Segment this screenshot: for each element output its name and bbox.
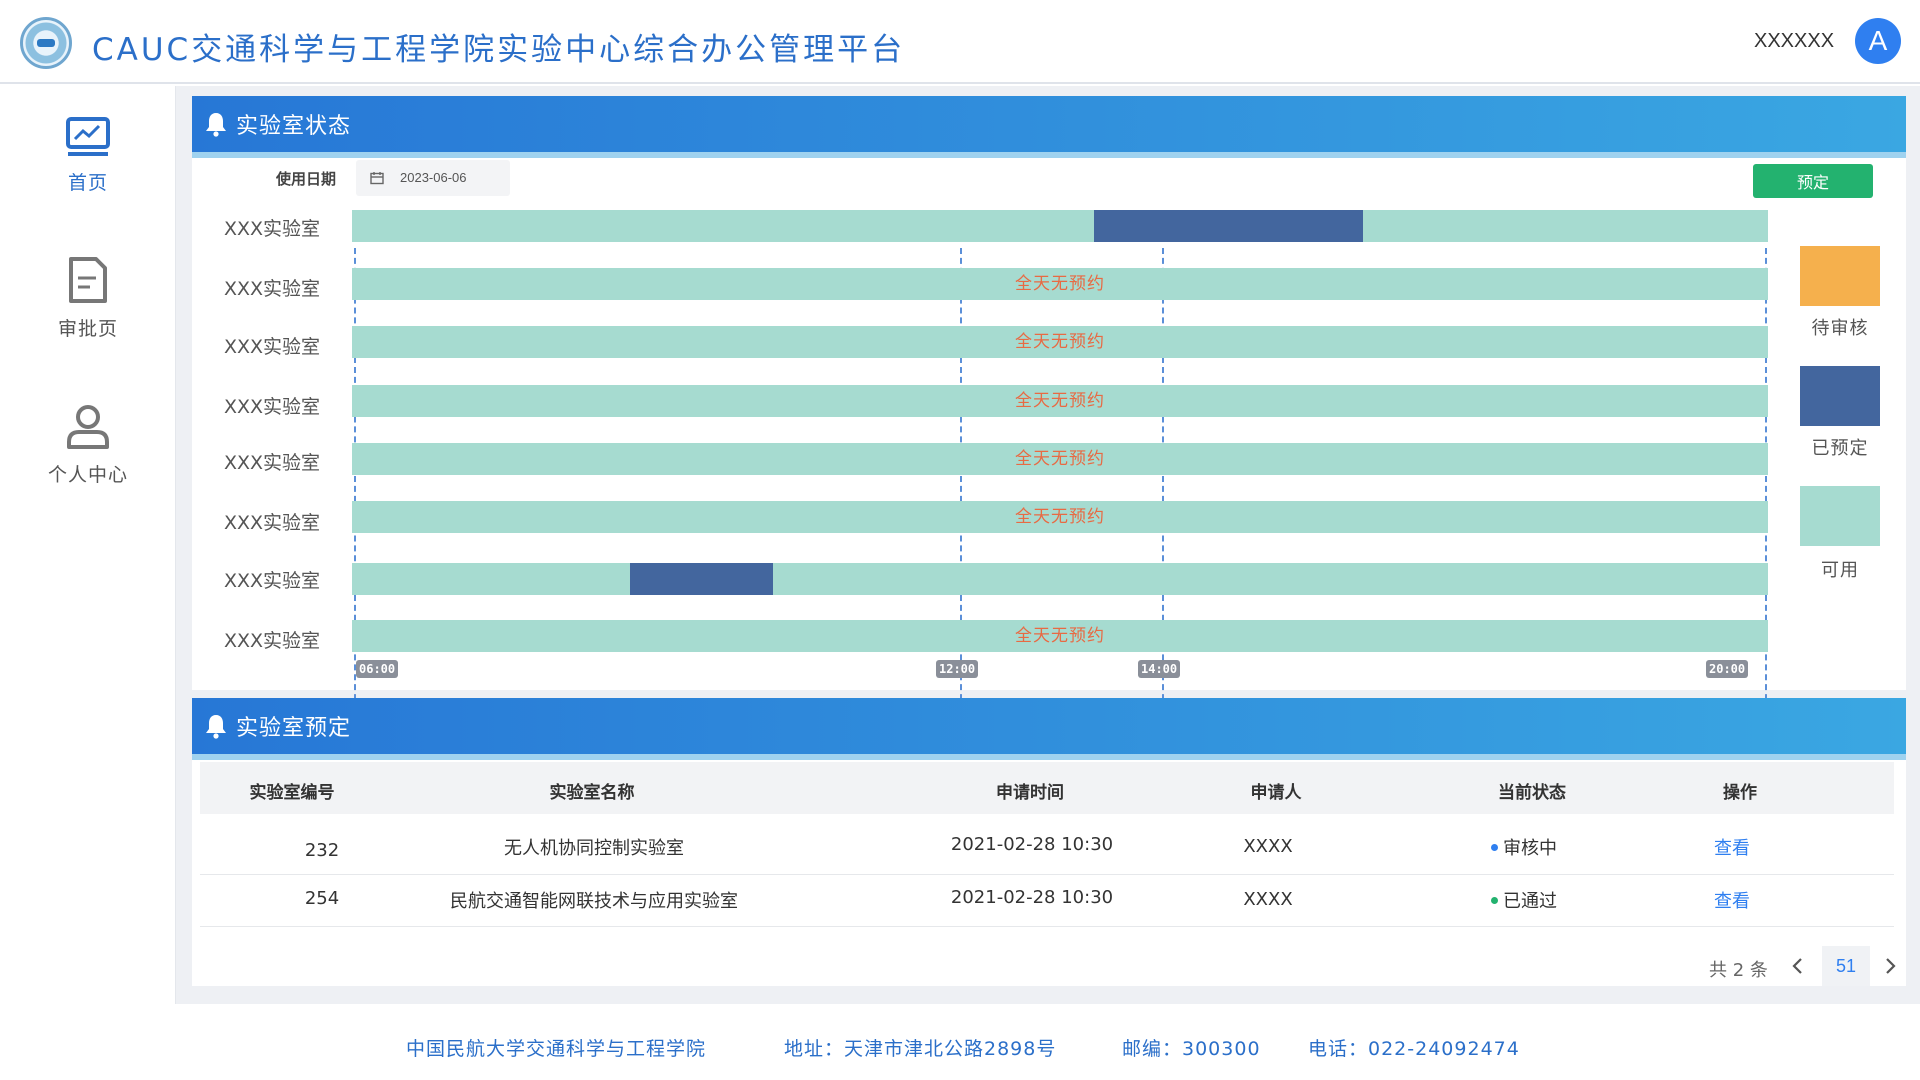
legend-swatch-available [1800,486,1880,546]
lab-name: XXX实验室 [224,336,321,358]
lab-timeline[interactable]: 全天无预约 [352,620,1768,652]
cell-applicant: XXXX [1243,836,1293,857]
lab-name: XXX实验室 [224,570,321,592]
column-header: 实验室名称 [549,783,635,803]
monitor-chart-icon [66,117,110,156]
reserve-button[interactable]: 预定 [1753,164,1873,198]
university-logo-icon [20,17,72,69]
panel-title: 实验室预定 [236,716,352,741]
cell-lab-id: 254 [304,888,340,909]
legend-swatch-pending [1800,246,1880,306]
footer-school: 中国民航大学交通科学与工程学院 [406,1038,707,1060]
row-divider [200,874,1894,875]
time-label: 14:00 [1138,660,1181,678]
lab-timeline[interactable]: 全天无预约 [352,268,1768,300]
view-link[interactable]: 查看 [1682,834,1782,860]
panel-title: 实验室状态 [236,114,352,139]
lab-booking-panel: 实验室预定 实验室编号 实验室名称 申请时间 申请人 当前状态 操作 232 无… [192,698,1906,986]
sidebar-item-home[interactable]: 首页 [0,116,176,195]
table-header: 实验室编号 实验室名称 申请时间 申请人 当前状态 操作 [200,762,1894,814]
cell-apply-time: 2021-02-28 10:30 [950,834,1114,855]
status-badge: 审核中 [1503,838,1557,859]
lab-timeline-text: 全天无预约 [1015,507,1105,527]
column-header: 实验室编号 [249,783,335,803]
sidebar-item-label: 个人中心 [47,464,128,486]
legend-label: 待审核 [1811,318,1869,339]
lab-timeline[interactable] [352,563,1768,595]
user-icon [67,405,109,449]
bell-icon [206,113,226,137]
legend-label: 已预定 [1811,438,1869,459]
lab-timeline-text: 全天无预约 [1015,626,1105,646]
column-header: 申请人 [1250,783,1302,803]
lab-timeline[interactable]: 全天无预约 [352,501,1768,533]
lab-name: XXX实验室 [224,278,321,300]
sidebar-item-label: 审批页 [57,318,118,340]
footer: 中国民航大学交通科学与工程学院 地址：天津市津北公路2898号 邮编：30030… [0,1004,1920,1080]
lab-timeline-text: 全天无预约 [1015,391,1105,411]
pager-total: 共 2 条 [1709,960,1768,981]
document-icon [69,257,107,303]
date-label: 使用日期 [276,170,337,188]
footer-address: 地址：天津市津北公路2898号 [784,1038,1057,1060]
status-badge: 已通过 [1503,891,1557,912]
legend-label: 可用 [1821,560,1859,581]
booked-block[interactable] [630,563,774,595]
chevron-left-icon[interactable] [1786,951,1810,981]
lab-timeline-text: 全天无预约 [1015,332,1105,352]
cell-applicant: XXXX [1243,889,1293,910]
date-value: 2023-06-06 [400,170,467,185]
lab-timeline[interactable]: 全天无预约 [352,326,1768,358]
lab-timeline-text: 全天无预约 [1015,274,1105,294]
user-name[interactable]: XXXXXX [1754,30,1834,53]
lab-name: XXX实验室 [224,396,321,418]
panel-header: 实验室状态 [192,96,1906,158]
panel-header: 实验室预定 [192,698,1906,760]
sidebar-item-approval[interactable]: 审批页 [0,256,176,341]
status-dot-icon [1491,896,1498,904]
legend-swatch-booked [1800,366,1880,426]
cell-status: 审核中 [1454,834,1594,860]
row-divider [200,926,1894,927]
footer-postcode: 邮编：300300 [1122,1038,1261,1060]
cell-status: 已通过 [1454,887,1594,913]
column-header: 申请时间 [996,783,1064,803]
cell-lab-name: 无人机协同控制实验室 [504,838,684,859]
lab-name: XXX实验室 [224,630,321,652]
app-title: CAUC交通科学与工程学院实验中心综合办公管理平台 [92,32,906,68]
footer-phone: 电话：022-24092474 [1308,1038,1520,1060]
avatar[interactable]: A [1855,18,1901,64]
cell-lab-id: 232 [304,840,340,861]
sidebar: 首页 审批页 个人中心 [0,86,176,1004]
lab-timeline[interactable] [352,210,1768,242]
lab-name: XXX实验室 [224,512,321,534]
sidebar-item-profile[interactable]: 个人中心 [0,404,176,487]
lab-name: XXX实验室 [224,218,321,240]
date-picker[interactable]: 2023-06-06 [356,160,510,196]
bell-icon [206,715,226,739]
time-label: 20:00 [1706,660,1749,678]
lab-timeline[interactable]: 全天无预约 [352,443,1768,475]
cell-lab-name: 民航交通智能网联技术与应用实验室 [450,891,738,912]
booked-block[interactable] [1093,210,1364,242]
time-label: 06:00 [356,660,399,678]
lab-name: XXX实验室 [224,452,321,474]
lab-status-panel: 实验室状态 使用日期 2023-06-06 预定 XXX实验室 XXX实验室 全… [192,96,1906,710]
column-header: 当前状态 [1498,783,1566,803]
calendar-icon [370,172,384,185]
sidebar-item-label: 首页 [67,172,108,194]
pager-current-page[interactable]: 51 [1822,946,1870,986]
cell-apply-time: 2021-02-28 10:30 [950,887,1114,908]
time-label: 12:00 [936,660,979,678]
lab-timeline-text: 全天无预约 [1015,449,1105,469]
status-dot-icon [1491,843,1498,851]
app-header: CAUC交通科学与工程学院实验中心综合办公管理平台 XXXXXX A [0,0,1920,84]
view-link[interactable]: 查看 [1682,887,1782,913]
chevron-right-icon[interactable] [1878,951,1902,981]
lab-timeline[interactable]: 全天无预约 [352,385,1768,417]
column-header: 操作 [1723,783,1757,803]
